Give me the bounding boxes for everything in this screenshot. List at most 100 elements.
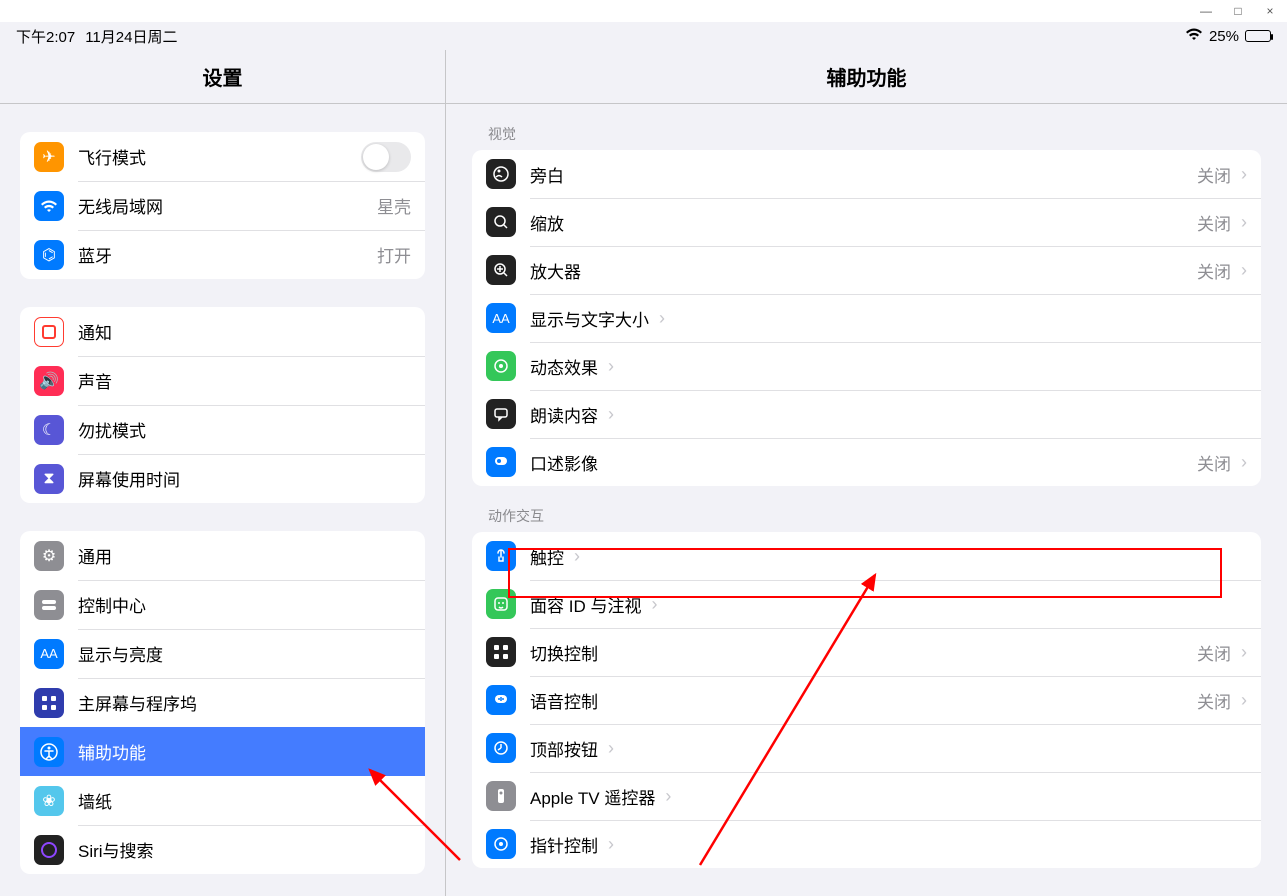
main-item-appletv[interactable]: Apple TV 遥控器 › [472, 772, 1261, 820]
sidebar-item-label: 飞行模式 [78, 144, 146, 169]
main-item-switchcontrol[interactable]: 切换控制 关闭 › [472, 628, 1261, 676]
sidebar-item-wallpaper[interactable]: ❀ 墙纸 [20, 776, 425, 825]
sidebar-item-label: 墙纸 [78, 788, 112, 813]
sidebar-item-label: 控制中心 [78, 592, 146, 617]
sidebar-item-label: 通用 [78, 543, 112, 568]
main-item-pointer[interactable]: 指针控制 › [472, 820, 1261, 868]
sidebar-item-homescreen[interactable]: 主屏幕与程序坞 [20, 678, 425, 727]
main-group-interaction: 触控 › 面容 ID 与注视 › 切换控制 关闭 › [472, 532, 1261, 868]
sidebar-item-label: 辅助功能 [78, 739, 146, 764]
main-item-label: 面容 ID 与注视 [530, 592, 641, 617]
magnifier-icon [486, 255, 516, 285]
homescreen-icon [34, 688, 64, 718]
sidebar-item-value: 打开 [377, 242, 411, 267]
main-panel: 辅助功能 视觉 旁白 关闭 › 缩放 关闭 › [446, 50, 1287, 896]
sidebar-item-label: 勿扰模式 [78, 417, 146, 442]
siri-icon [34, 835, 64, 865]
wifi-icon [1185, 27, 1203, 45]
close-button[interactable]: × [1263, 4, 1277, 18]
sidebar-item-dnd[interactable]: ☾ 勿扰模式 [20, 405, 425, 454]
sidebar-item-general[interactable]: ⚙ 通用 [20, 531, 425, 580]
sidebar-item-label: Siri与搜索 [78, 837, 154, 862]
main-item-spoken[interactable]: 朗读内容 › [472, 390, 1261, 438]
sidebar-item-notifications[interactable]: 通知 [20, 307, 425, 356]
main-item-value: 关闭 [1197, 162, 1231, 187]
main-item-value: 关闭 [1197, 450, 1231, 475]
section-title-visual: 视觉 [488, 124, 1261, 144]
maximize-button[interactable]: □ [1231, 4, 1245, 18]
main-item-label: 缩放 [530, 210, 564, 235]
airplane-toggle[interactable] [361, 142, 411, 172]
voiceover-icon [486, 159, 516, 189]
general-icon: ⚙ [34, 541, 64, 571]
window-titlebar: — □ × [0, 0, 1287, 22]
main-title: 辅助功能 [446, 50, 1287, 104]
chevron-right-icon: › [608, 738, 614, 759]
sidebar-item-controlcenter[interactable]: 控制中心 [20, 580, 425, 629]
sidebar-item-siri[interactable]: Siri与搜索 [20, 825, 425, 874]
controlcenter-icon [34, 590, 64, 620]
main-item-label: 语音控制 [530, 688, 598, 713]
main-item-value: 关闭 [1197, 258, 1231, 283]
sidebar-group-general: ⚙ 通用 控制中心 AA 显示与亮度 主屏幕与程序坞 [20, 531, 425, 874]
chevron-right-icon: › [1241, 452, 1247, 473]
main-item-value: 关闭 [1197, 640, 1231, 665]
main-item-label: 放大器 [530, 258, 581, 283]
main-item-value: 关闭 [1197, 688, 1231, 713]
chevron-right-icon: › [659, 308, 665, 329]
sidebar-item-label: 屏幕使用时间 [78, 466, 180, 491]
main-item-touch[interactable]: 触控 › [472, 532, 1261, 580]
notifications-icon [34, 317, 64, 347]
main-item-label: 口述影像 [530, 450, 598, 475]
minimize-button[interactable]: — [1199, 4, 1213, 18]
sidebar-item-label: 显示与亮度 [78, 641, 163, 666]
main-item-label: 触控 [530, 544, 564, 569]
textsize-icon: AA [486, 303, 516, 333]
airplane-icon: ✈ [34, 142, 64, 172]
main-item-topbutton[interactable]: 顶部按钮 › [472, 724, 1261, 772]
sound-icon: 🔊 [34, 366, 64, 396]
main-item-label: 显示与文字大小 [530, 306, 649, 331]
chevron-right-icon: › [608, 404, 614, 425]
sidebar-item-accessibility[interactable]: 辅助功能 [20, 727, 425, 776]
main-item-motion[interactable]: 动态效果 › [472, 342, 1261, 390]
appletv-icon [486, 781, 516, 811]
main-item-faceid[interactable]: 面容 ID 与注视 › [472, 580, 1261, 628]
chevron-right-icon: › [665, 786, 671, 807]
sidebar-item-label: 蓝牙 [78, 242, 112, 267]
main-item-label: 顶部按钮 [530, 736, 598, 761]
chevron-right-icon: › [608, 356, 614, 377]
sidebar-item-wifi[interactable]: 无线局域网 星壳 [20, 181, 425, 230]
chevron-right-icon: › [574, 546, 580, 567]
main-item-voiceover[interactable]: 旁白 关闭 › [472, 150, 1261, 198]
screentime-icon: ⧗ [34, 464, 64, 494]
sidebar-item-label: 通知 [78, 319, 112, 344]
bluetooth-icon: ⌬ [34, 240, 64, 270]
main-item-label: 指针控制 [530, 832, 598, 857]
main-item-value: 关闭 [1197, 210, 1231, 235]
status-bar: 下午2:07 11月24日周二 25% [0, 22, 1287, 50]
sidebar: 设置 ✈ 飞行模式 无线局域网 星壳 ⌬ 蓝牙 [0, 50, 446, 896]
chevron-right-icon: › [1241, 164, 1247, 185]
status-time: 下午2:07 [16, 26, 75, 47]
sidebar-item-sound[interactable]: 🔊 声音 [20, 356, 425, 405]
sidebar-title: 设置 [0, 50, 445, 104]
main-item-zoom[interactable]: 缩放 关闭 › [472, 198, 1261, 246]
main-item-label: 切换控制 [530, 640, 598, 665]
main-item-voicecontrol[interactable]: 语音控制 关闭 › [472, 676, 1261, 724]
main-item-textsize[interactable]: AA 显示与文字大小 › [472, 294, 1261, 342]
sidebar-group-notifications: 通知 🔊 声音 ☾ 勿扰模式 ⧗ 屏幕使用时间 [20, 307, 425, 503]
sidebar-group-connectivity: ✈ 飞行模式 无线局域网 星壳 ⌬ 蓝牙 打开 [20, 132, 425, 279]
audiodesc-icon [486, 447, 516, 477]
sidebar-item-screentime[interactable]: ⧗ 屏幕使用时间 [20, 454, 425, 503]
sidebar-item-display[interactable]: AA 显示与亮度 [20, 629, 425, 678]
switchcontrol-icon [486, 637, 516, 667]
sidebar-item-bluetooth[interactable]: ⌬ 蓝牙 打开 [20, 230, 425, 279]
main-item-audiodesc[interactable]: 口述影像 关闭 › [472, 438, 1261, 486]
chevron-right-icon: › [1241, 690, 1247, 711]
voicecontrol-icon [486, 685, 516, 715]
main-item-magnifier[interactable]: 放大器 关闭 › [472, 246, 1261, 294]
motion-icon [486, 351, 516, 381]
sidebar-item-airplane[interactable]: ✈ 飞行模式 [20, 132, 425, 181]
battery-icon [1245, 30, 1271, 42]
